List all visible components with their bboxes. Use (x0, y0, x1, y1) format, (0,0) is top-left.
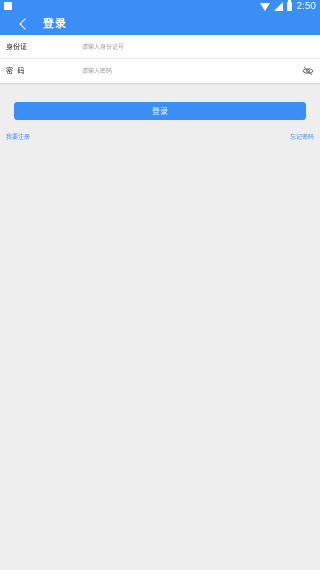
signal-icon (273, 2, 283, 11)
status-icons: 2:50 (259, 0, 316, 13)
register-link[interactable]: 我要注册 (6, 132, 30, 141)
status-bar: 2:50 (0, 0, 320, 13)
wifi-icon (259, 2, 270, 11)
notification-icon (4, 2, 12, 10)
password-label: 密 码 (6, 67, 25, 75)
page-title: 登录 (43, 17, 67, 30)
login-button[interactable]: 登录 (14, 102, 306, 120)
id-number-input[interactable] (82, 39, 292, 55)
password-input[interactable] (82, 63, 292, 79)
forgot-password-link[interactable]: 忘记密码 (290, 132, 314, 141)
back-button[interactable] (14, 13, 32, 35)
battery-icon (286, 0, 292, 11)
app-bar: 登录 (0, 13, 320, 35)
status-time: 2:50 (296, 1, 316, 12)
eye-off-icon[interactable] (302, 66, 314, 76)
login-form: 身份证 密 码 (0, 35, 320, 84)
id-row: 身份证 (0, 35, 320, 59)
chevron-left-icon (18, 18, 31, 30)
id-label: 身份证 (6, 43, 27, 51)
password-row: 密 码 (0, 59, 320, 83)
